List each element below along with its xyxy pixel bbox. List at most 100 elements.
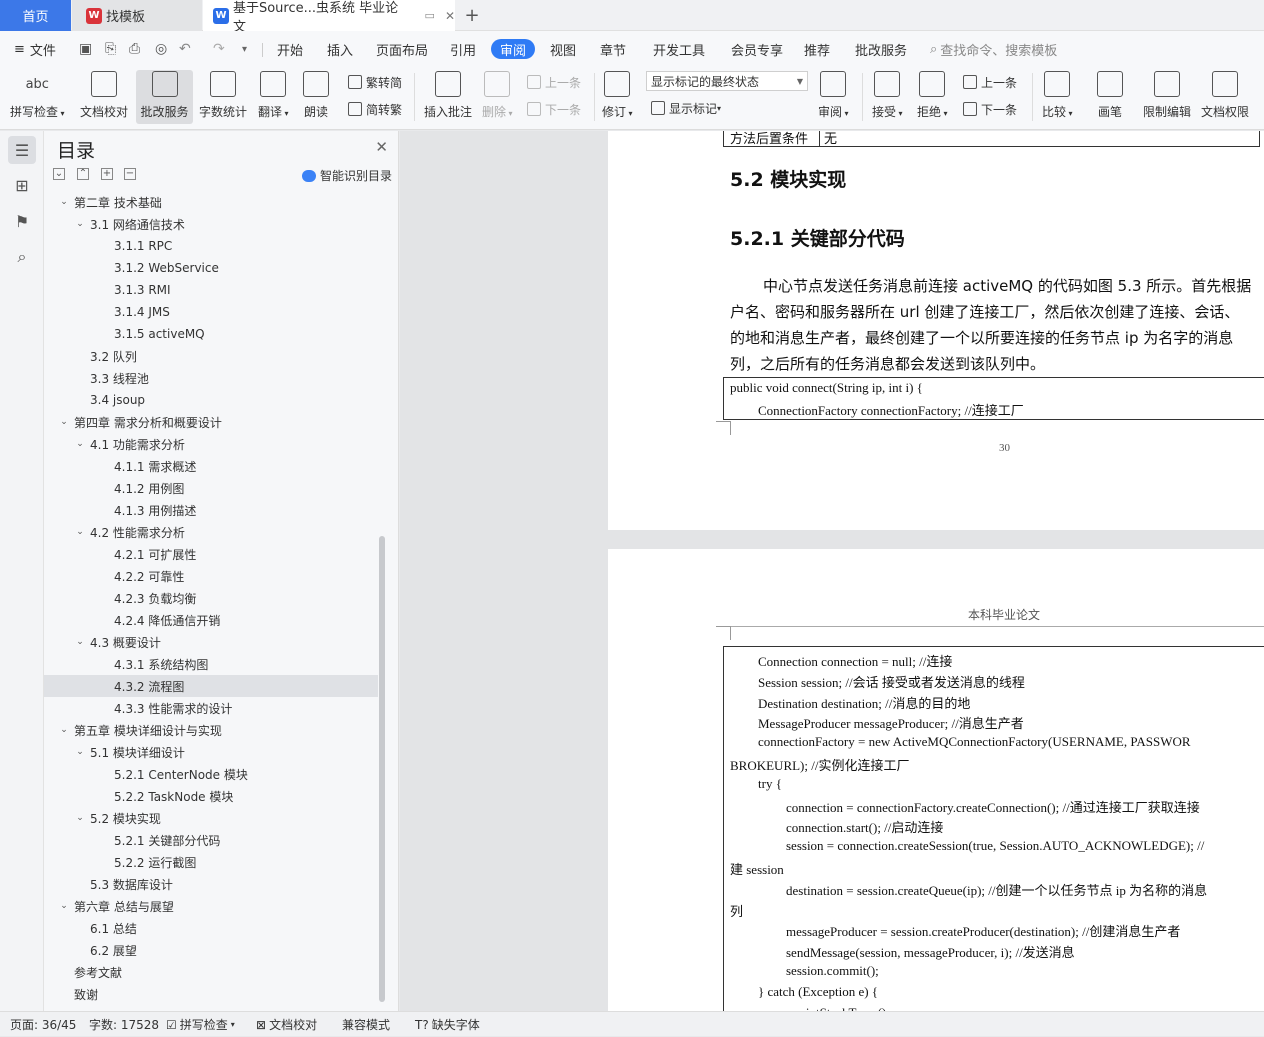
toc-item[interactable]: 5.3 数据库设计	[44, 873, 378, 895]
save-icon[interactable]: ▣	[79, 31, 92, 67]
chevron-down-icon[interactable]: ⌄	[74, 747, 86, 757]
collapse-all-icon[interactable]: ⌄	[53, 168, 65, 180]
tab-document[interactable]: W 基于Source...虫系统 毕业论文 ▭ ✕	[203, 0, 455, 35]
toc-item[interactable]: 4.3.3 性能需求的设计	[44, 697, 378, 719]
chevron-down-icon[interactable]: ⌄	[58, 901, 70, 911]
toc-item[interactable]: 4.1.1 需求概述	[44, 455, 378, 477]
revise-button[interactable]: 修订 ▾	[602, 70, 633, 124]
toc-item[interactable]: 4.3.1 系统结构图	[44, 653, 378, 675]
chevron-down-icon[interactable]: ⌄	[74, 439, 86, 449]
missing-font-status[interactable]: T? 缺失字体	[415, 1012, 480, 1037]
toc-item[interactable]: ⌄ 4.2 性能需求分析	[44, 521, 378, 543]
restrict-edit-button[interactable]: 限制编辑	[1143, 70, 1191, 124]
smart-toc-button[interactable]: 智能识别目录	[301, 167, 392, 184]
toc-item[interactable]: ⌄ 第六章 总结与展望	[44, 895, 378, 917]
next-comment-button[interactable]: 下一条	[527, 98, 581, 120]
toc-item[interactable]: 4.2.4 降低通信开销	[44, 609, 378, 631]
chevron-down-icon[interactable]: ⌄	[74, 813, 86, 823]
toc-item[interactable]: 4.2.3 负载均衡	[44, 587, 378, 609]
remove-heading-icon[interactable]: −	[124, 168, 136, 180]
pen-button[interactable]: 画笔	[1097, 70, 1123, 124]
toc-item[interactable]: 3.1.2 WebService	[44, 257, 378, 279]
close-tab-icon[interactable]: ✕	[445, 9, 455, 23]
menu-chapter[interactable]: 章节	[600, 31, 626, 67]
menu-layout[interactable]: 页面布局	[376, 31, 428, 67]
trad-to-simp-button[interactable]: 繁转简	[348, 71, 402, 93]
chevron-down-icon[interactable]: ⌄	[74, 527, 86, 537]
compare-button[interactable]: 比较 ▾	[1042, 70, 1073, 124]
menu-reference[interactable]: 引用	[450, 31, 476, 67]
toc-item[interactable]: 4.1.3 用例描述	[44, 499, 378, 521]
toc-item[interactable]: 3.1.3 RMI	[44, 279, 378, 301]
toc-item[interactable]: ⌄ 第五章 模块详细设计与实现	[44, 719, 378, 741]
review-service-button[interactable]: 批改服务	[136, 70, 193, 124]
toc-view-icon[interactable]: ☰	[8, 136, 36, 164]
preview-icon[interactable]: ◎	[155, 31, 167, 67]
file-menu[interactable]: ≡ 文件	[14, 31, 56, 67]
toc-item[interactable]: 3.4 jsoup	[44, 389, 378, 411]
toc-item[interactable]: 4.3.2 流程图	[44, 675, 378, 697]
toc-item[interactable]: 4.2.1 可扩展性	[44, 543, 378, 565]
doc-rights-button[interactable]: 文档权限	[1201, 70, 1249, 124]
review-pane-button[interactable]: 审阅 ▾	[818, 70, 849, 124]
toc-item[interactable]: ⌄ 4.3 概要设计	[44, 631, 378, 653]
delete-comment-button[interactable]: 删除 ▾	[482, 70, 513, 124]
toc-item[interactable]: ⌄ 3.1 网络通信技术	[44, 213, 378, 235]
expand-level-icon[interactable]: ⌃	[77, 168, 89, 180]
command-search[interactable]: ⌕ 查找命令、搜索模板	[930, 31, 1057, 67]
toc-item[interactable]: 3.1.4 JMS	[44, 301, 378, 323]
toc-item[interactable]: 3.2 队列	[44, 345, 378, 367]
word-count-button[interactable]: 字数统计	[199, 70, 247, 124]
toc-item[interactable]: ⌄ 第二章 技术基础	[44, 191, 378, 213]
toc-item[interactable]: 6.1 总结	[44, 917, 378, 939]
redo-icon[interactable]: ↷	[213, 31, 225, 67]
toc-item[interactable]: ⌄ 第四章 需求分析和概要设计	[44, 411, 378, 433]
menu-review[interactable]: 审阅	[491, 39, 536, 59]
menu-devtools[interactable]: 开发工具	[653, 31, 705, 67]
tab-home[interactable]: 首页	[0, 0, 71, 31]
chevron-down-icon[interactable]: ⌄	[58, 417, 70, 427]
toc-item[interactable]: 4.2.2 可靠性	[44, 565, 378, 587]
chevron-down-icon[interactable]: ⌄	[74, 219, 86, 229]
find-icon[interactable]: ⌕	[8, 243, 36, 271]
proof-status[interactable]: ⊠ 文档校对	[256, 1012, 317, 1037]
toc-item[interactable]: 3.1.5 activeMQ	[44, 323, 378, 345]
chevron-down-icon[interactable]: ⌄	[74, 637, 86, 647]
toc-item[interactable]: 参考文献	[44, 961, 378, 983]
menu-member[interactable]: 会员专享	[731, 31, 783, 67]
chapter-nav-icon[interactable]: ⊞	[8, 171, 36, 199]
chevron-down-icon[interactable]: ⌄	[58, 197, 70, 207]
simp-to-trad-button[interactable]: 简转繁	[348, 98, 402, 120]
accept-button[interactable]: 接受 ▾	[872, 70, 903, 124]
toc-item[interactable]: 6.2 展望	[44, 939, 378, 961]
menu-view[interactable]: 视图	[550, 31, 576, 67]
menu-recommend[interactable]: 推荐	[804, 31, 830, 67]
toc-item[interactable]: 致谢	[44, 983, 378, 1005]
toc-item[interactable]: 5.2.1 CenterNode 模块	[44, 763, 378, 785]
toc-item[interactable]: ⌄ 5.1 模块详细设计	[44, 741, 378, 763]
undo-icon[interactable]: ↶	[179, 31, 191, 67]
menu-insert[interactable]: 插入	[327, 31, 353, 67]
more-chevron-icon[interactable]: ▾	[242, 31, 247, 67]
toc-item[interactable]: ⌄ 4.1 功能需求分析	[44, 433, 378, 455]
toc-item[interactable]: 5.2.2 TaskNode 模块	[44, 785, 378, 807]
close-icon[interactable]: ✕	[375, 138, 388, 156]
export-icon[interactable]: ⎘	[105, 31, 116, 67]
word-count[interactable]: 字数: 17528	[89, 1012, 159, 1037]
read-aloud-button[interactable]: 朗读	[303, 70, 329, 124]
spell-check-button[interactable]: abc 拼写检查 ▾	[10, 70, 65, 124]
translate-button[interactable]: 翻译 ▾	[258, 70, 289, 124]
toc-item[interactable]: 5.2.1 关键部分代码	[44, 829, 378, 851]
menu-review-service[interactable]: 批改服务	[855, 31, 907, 67]
window-icon[interactable]: ▭	[425, 9, 435, 22]
prev-comment-button[interactable]: 上一条	[527, 71, 581, 93]
toc-item[interactable]: 3.3 线程池	[44, 367, 378, 389]
toc-item[interactable]: 5.2.2 运行截图	[44, 851, 378, 873]
toc-item[interactable]: 4.1.2 用例图	[44, 477, 378, 499]
toc-item[interactable]: ⌄ 5.2 模块实现	[44, 807, 378, 829]
insert-comment-button[interactable]: 插入批注	[424, 70, 472, 124]
bookmark-icon[interactable]: ⚑	[8, 207, 36, 235]
reject-button[interactable]: 拒绝 ▾	[917, 70, 948, 124]
tab-template[interactable]: W 找模板	[72, 0, 202, 31]
toc-item[interactable]: 3.1.1 RPC	[44, 235, 378, 257]
